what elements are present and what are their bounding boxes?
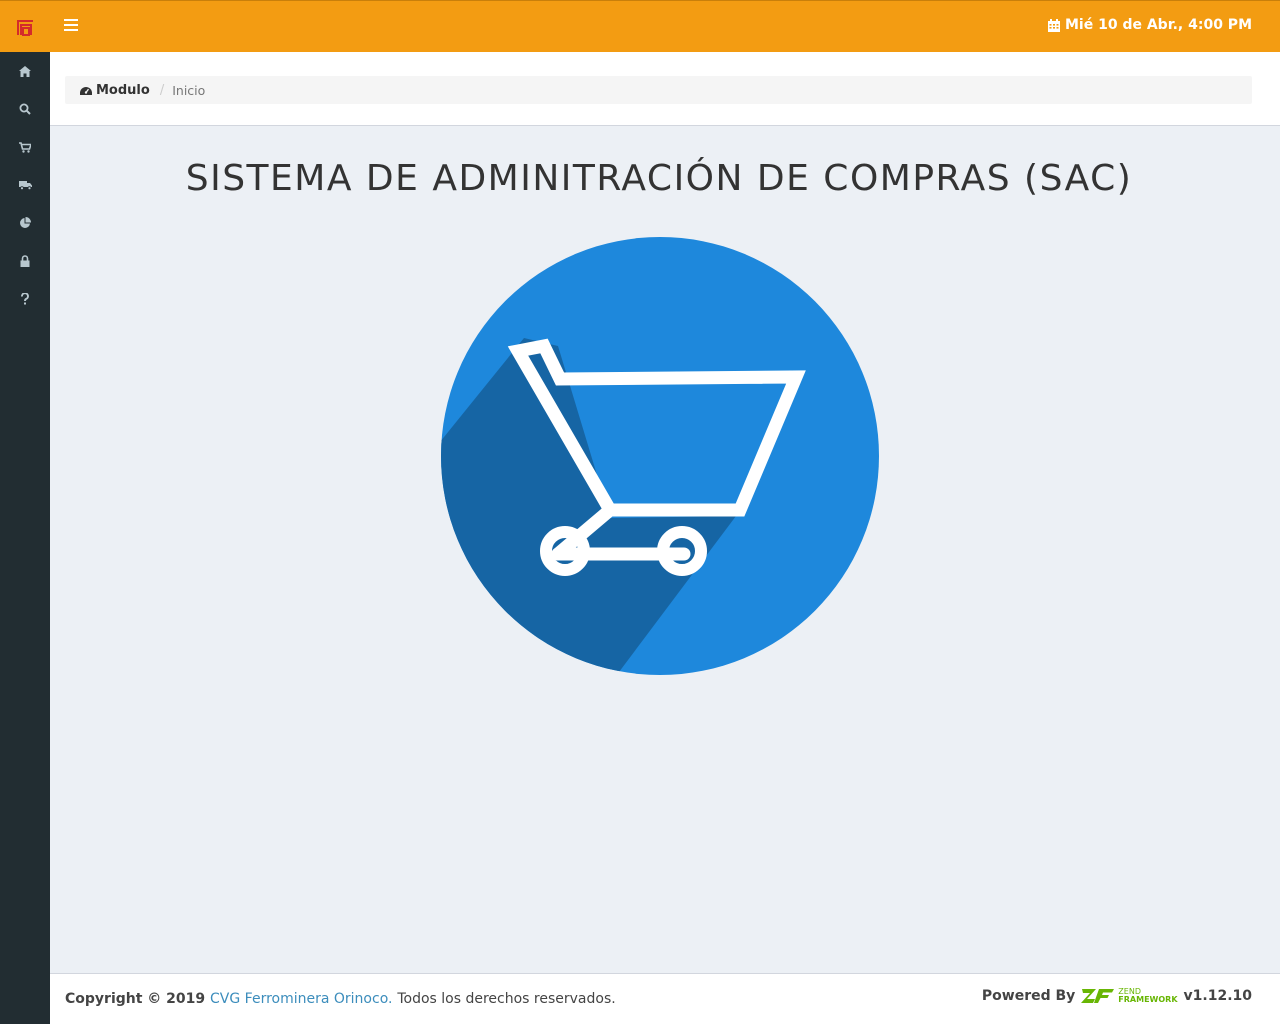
dashboard-icon [80,86,92,95]
ferrominera-logo-icon [17,19,33,36]
datetime-text: Mié 10 de Abr., 4:00 PM [1064,17,1252,33]
cart-icon [19,141,31,153]
powered-by-text: Powered By [981,988,1076,1004]
hamburger-line [64,24,78,26]
app-logo[interactable] [0,0,50,52]
page-title: SISTEMA DE ADMINITRACIÓN DE COMPRAS (SAC… [185,158,1133,199]
sidebar-item-reports[interactable] [0,204,50,242]
version-text: v1.12.10 [1183,988,1252,1004]
sidebar-menu [0,52,50,318]
sidebar-item-search[interactable] [0,90,50,128]
truck-icon [18,181,32,190]
rights-text: Todos los derechos reservados. [397,991,616,1007]
shopping-cart-logo-icon [441,237,879,675]
company-link[interactable]: CVG Ferrominera Orinoco. [210,991,392,1007]
zend-framework-logo: ZEND FRAMEWORK [1081,988,1178,1004]
breadcrumb: Modulo / Inicio [65,76,1252,104]
hamburger-line [64,29,78,31]
zf-logo-icon [1081,989,1115,1003]
zf-logo-text: ZEND FRAMEWORK [1118,988,1177,1004]
main-content: SISTEMA DE ADMINITRACIÓN DE COMPRAS (SAC… [50,126,1280,973]
framework-label: FRAMEWORK [1118,995,1178,1004]
breadcrumb-module-label: Modulo [96,82,150,98]
current-datetime: Mié 10 de Abr., 4:00 PM [1047,17,1252,33]
sidebar-item-home[interactable] [0,52,50,90]
sidebar-item-help[interactable] [0,280,50,318]
hamburger-icon [64,19,78,21]
pie-chart-icon [20,217,31,228]
top-navbar: Mié 10 de Abr., 4:00 PM [50,0,1280,52]
question-icon [21,293,29,305]
sidebar-item-security[interactable] [0,242,50,280]
search-icon [19,103,31,115]
copyright-text: Copyright © 2019 [65,991,206,1007]
sidebar-toggle-button[interactable] [64,19,78,33]
lock-icon [20,255,30,267]
footer: Copyright © 2019 CVG Ferrominera Orinoco… [50,973,1280,1024]
content-header: Modulo / Inicio [50,52,1280,126]
breadcrumb-module[interactable]: Modulo [80,83,150,98]
home-icon [19,65,31,77]
sidebar-item-cart[interactable] [0,128,50,166]
breadcrumb-current: Inicio [172,82,206,98]
calendar-icon [1047,18,1060,32]
sidebar [0,0,50,1024]
footer-powered: Powered By ZEND FRAMEWORK v1.12.10 [981,988,1252,1005]
sidebar-item-truck[interactable] [0,166,50,204]
breadcrumb-separator: / [159,82,165,98]
footer-copyright: Copyright © 2019 CVG Ferrominera Orinoco… [65,991,616,1007]
